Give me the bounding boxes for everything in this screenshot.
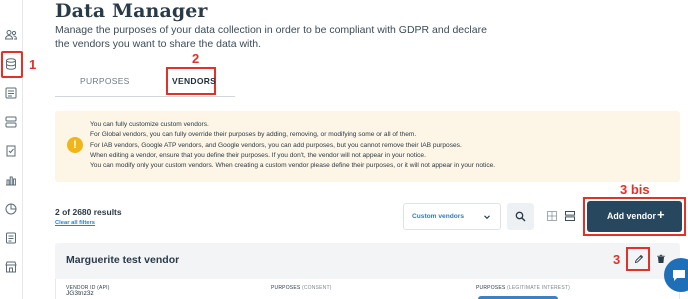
shapes-icon[interactable] — [4, 115, 18, 129]
search-button[interactable] — [507, 203, 534, 230]
check-badge-icon[interactable] — [4, 144, 18, 158]
vendor-type-select[interactable]: Custom vendors — [403, 203, 501, 230]
notice-line: You can modify only your custom vendors.… — [90, 162, 496, 170]
warning-icon: ! — [67, 137, 83, 153]
list-icon[interactable] — [4, 86, 18, 100]
search-icon — [515, 211, 526, 222]
page-subtitle: Manage the purposes of your data collect… — [55, 24, 487, 50]
notice-line: For IAB vendors, Google ATP vendors, and… — [90, 141, 462, 149]
trash-icon[interactable] — [656, 254, 666, 264]
annotation-number-2: 2 — [192, 51, 200, 66]
tab-purposes[interactable]: PURPOSES — [80, 76, 130, 86]
annotation-number-1: 1 — [29, 57, 37, 72]
bar-chart-icon[interactable] — [4, 173, 18, 187]
tabs-underline — [55, 96, 235, 97]
clear-filters-link[interactable]: Clear all filters — [55, 220, 95, 226]
purposes-consent-label: PURPOSES (CONSENT) — [271, 285, 332, 291]
tab-vendors[interactable]: VENDORS — [172, 76, 216, 86]
pencil-icon[interactable] — [634, 254, 644, 264]
grid-view-icon[interactable] — [547, 211, 557, 221]
document-icon[interactable] — [4, 231, 18, 245]
notice-line: For Global vendors, you can fully overri… — [90, 131, 417, 139]
vendor-card: Marguerite test vendor — [55, 243, 680, 299]
sidebar-divider — [22, 0, 23, 299]
annotation-number-3: 3 — [613, 252, 621, 267]
vendor-id-value: JG3tnz3z — [66, 290, 94, 297]
select-value: Custom vendors — [412, 213, 465, 220]
vendor-card-body — [55, 279, 680, 299]
chat-icon — [673, 270, 685, 281]
add-vendor-label: Add vendor — [607, 211, 656, 221]
storefront-icon[interactable] — [4, 260, 18, 274]
notice-text: You can fully customize custom vendors. … — [90, 120, 675, 171]
notice-box: ! You can fully customize custom vendors… — [55, 111, 680, 182]
annotation-box-sidebar — [1, 51, 23, 78]
pie-chart-icon[interactable] — [4, 202, 18, 216]
page-title: Data Manager — [55, 0, 208, 22]
add-vendor-button[interactable]: Add vendor + — [587, 201, 682, 232]
chevron-down-icon — [484, 215, 490, 220]
list-view-icon[interactable] — [565, 211, 575, 221]
results-count: 2 of 2680 results — [55, 207, 122, 217]
sidebar — [0, 0, 22, 299]
plus-icon: + — [657, 207, 665, 222]
notice-line: When editing a vendor, ensure that you d… — [90, 151, 426, 159]
vendor-name: Marguerite test vendor — [66, 254, 180, 266]
annotation-number-3-bis: 3 bis — [620, 182, 650, 197]
notice-line: You can fully customize custom vendors. — [90, 121, 209, 128]
purposes-li-label: PURPOSES (LEGITIMATE INTEREST) — [476, 285, 570, 291]
users-icon[interactable] — [4, 28, 18, 42]
